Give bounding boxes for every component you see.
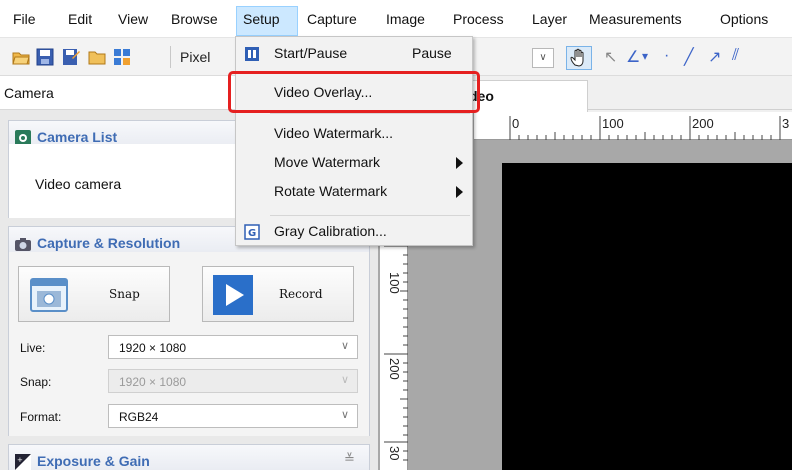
angle-tool-icon[interactable]: ∠ [626, 47, 640, 67]
menu-item-label: Gray Calibration... [274, 223, 387, 239]
camera-list-title: Camera List [37, 129, 118, 145]
menu-item-label: Move Watermark [274, 154, 381, 170]
menu-item-gray-calibration[interactable]: G Gray Calibration... [236, 217, 472, 247]
menu-browse[interactable]: Browse [171, 11, 218, 27]
exposure-icon: + [15, 454, 31, 470]
menu-bar: File Edit View Browse Setup Capture Imag… [0, 0, 792, 38]
menu-separator [270, 113, 470, 114]
svg-text:+: + [17, 456, 23, 464]
menu-item-shortcut: Pause [412, 45, 452, 61]
grid-view-icon[interactable] [113, 48, 131, 66]
camera-panel-title: Camera [4, 85, 54, 101]
menu-item-label: Start/Pause [274, 45, 348, 61]
chevron-down-icon: ∨ [340, 409, 349, 421]
zoom-dropdown[interactable]: ∨ [532, 48, 554, 68]
menu-setup[interactable]: Setup [243, 11, 280, 27]
camera-icon [15, 238, 31, 251]
vruler-label: 100 [387, 272, 402, 294]
menu-item-label: Video Watermark... [274, 125, 394, 141]
hruler-label: 100 [602, 116, 624, 131]
chevron-down-icon: ∨ [340, 340, 349, 352]
exposure-gain-header[interactable]: + Exposure & Gain ≚ [8, 444, 370, 470]
format-select[interactable]: RGB24 ∨ [108, 404, 358, 428]
horizontal-ruler: 0 100 200 3 [474, 112, 792, 140]
submenu-arrow-icon [456, 157, 463, 169]
camera-panel-header: Camera [0, 76, 236, 110]
document-tab[interactable]: deo [466, 80, 588, 112]
pan-tool-button[interactable] [566, 46, 592, 70]
chevron-down-icon: ∨ [340, 374, 349, 386]
menu-edit[interactable]: Edit [68, 11, 92, 27]
menu-image[interactable]: Image [386, 11, 425, 27]
snap-resolution-label: Snap: [20, 375, 52, 389]
select-arrow-icon[interactable]: ↖ [604, 47, 617, 67]
hruler-label: 200 [692, 116, 714, 131]
vruler-label: 30 [387, 446, 402, 461]
submenu-arrow-icon [456, 186, 463, 198]
save-icon[interactable] [36, 48, 54, 66]
unit-label[interactable]: Pixel [180, 49, 210, 65]
gray-calibration-icon: G [244, 224, 260, 240]
menu-item-label: Rotate Watermark [274, 183, 388, 199]
open-folder-icon[interactable] [12, 48, 30, 66]
pause-icon [245, 47, 259, 61]
camera-list-item[interactable]: Video camera [35, 176, 121, 192]
menu-item-move-watermark[interactable]: Move Watermark [236, 148, 472, 178]
record-play-icon [213, 275, 253, 315]
menu-view[interactable]: View [118, 11, 148, 27]
record-button[interactable]: Record [202, 266, 354, 322]
live-resolution-label: Live: [20, 341, 46, 355]
collapse-chevron-icon[interactable]: ≚ [344, 451, 355, 467]
exposure-gain-title: Exposure & Gain [37, 453, 150, 469]
menu-separator [270, 215, 470, 216]
live-resolution-value: 1920 × 1080 [119, 341, 187, 355]
snap-label: Snap [109, 287, 140, 301]
hruler-label: 0 [512, 116, 520, 131]
capture-resolution-title: Capture & Resolution [37, 235, 181, 251]
menu-measurements[interactable]: Measurements [589, 11, 682, 27]
snap-button[interactable]: Snap [18, 266, 170, 322]
menu-item-rotate-watermark[interactable]: Rotate Watermark [236, 177, 472, 207]
point-tool-icon[interactable]: · [664, 47, 669, 65]
parallel-tool-icon[interactable]: ⫽ [732, 47, 739, 65]
vruler-label: 200 [387, 358, 402, 380]
toolbar-separator [170, 46, 171, 68]
menu-capture[interactable]: Capture [307, 11, 357, 27]
arrow-line-tool-icon[interactable]: ↗ [708, 47, 721, 67]
menu-process[interactable]: Process [453, 11, 504, 27]
line-tool-icon[interactable]: ╱ [684, 47, 694, 67]
hand-icon [570, 48, 584, 67]
snap-camera-icon [30, 278, 68, 312]
browse-folder-icon[interactable] [88, 48, 106, 66]
menu-file[interactable]: File [13, 11, 36, 27]
vertical-ruler: 100 200 30 [380, 236, 408, 470]
menu-options[interactable]: Options [720, 11, 768, 27]
live-resolution-select[interactable]: 1920 × 1080 ∨ [108, 335, 358, 359]
menu-item-video-watermark[interactable]: Video Watermark... [236, 119, 472, 149]
svg-text:G: G [248, 228, 256, 239]
video-preview[interactable] [502, 163, 792, 470]
menu-item-start-pause[interactable]: Start/Pause Pause [236, 39, 472, 69]
snap-resolution-value: 1920 × 1080 [119, 375, 187, 389]
setup-menu: Start/Pause Pause Video Overlay... Video… [235, 36, 473, 246]
snap-resolution-select: 1920 × 1080 ∨ [108, 369, 358, 393]
save-as-icon[interactable] [62, 48, 80, 66]
menu-layer[interactable]: Layer [532, 11, 567, 27]
record-label: Record [279, 287, 323, 301]
format-label: Format: [20, 410, 62, 424]
hruler-label: 3 [782, 116, 790, 131]
angle-dropdown-icon[interactable]: ▾ [642, 49, 648, 63]
format-value: RGB24 [119, 410, 159, 424]
red-highlight-box [228, 71, 480, 113]
